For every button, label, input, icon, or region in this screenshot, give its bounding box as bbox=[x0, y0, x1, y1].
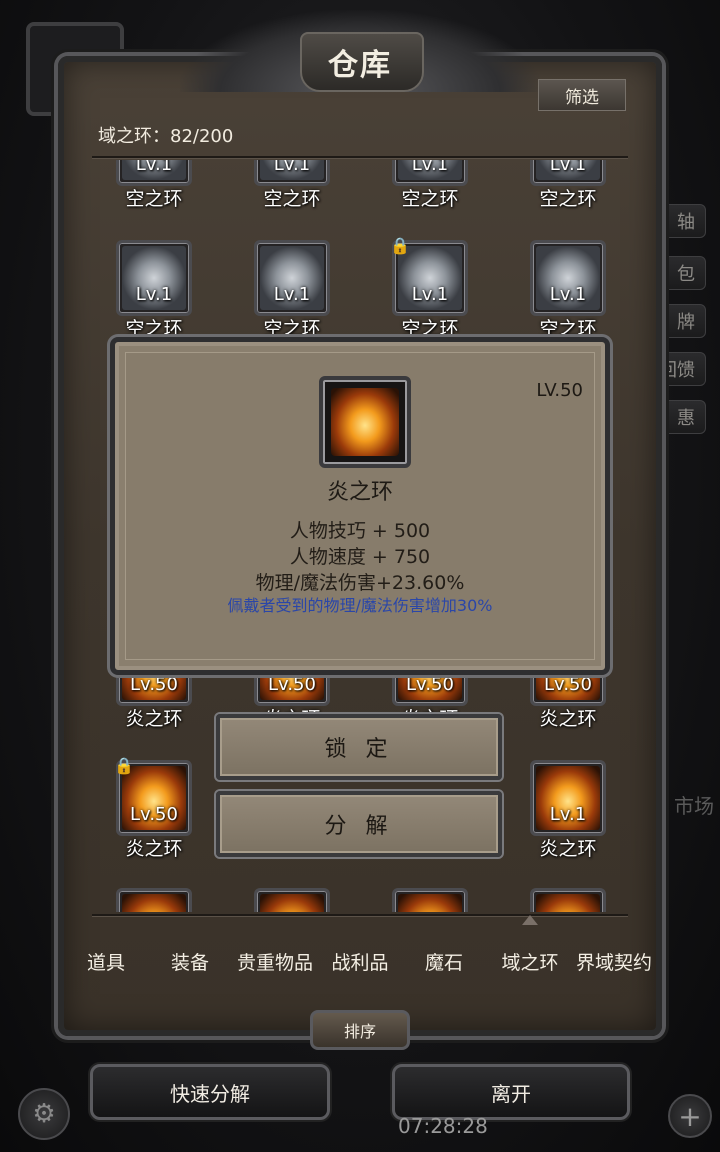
slot-name: 炎之环 bbox=[539, 708, 597, 730]
leave-button[interactable]: 离开 bbox=[392, 1064, 630, 1120]
divider bbox=[92, 156, 628, 159]
slot-level: Lv.1 bbox=[273, 284, 311, 305]
window-title: 仓库 bbox=[328, 48, 392, 83]
lock-icon: 🔒 bbox=[114, 756, 134, 775]
tab-realm-contracts[interactable]: 界域契约 bbox=[576, 948, 652, 975]
item-slot[interactable]: Lv.1 空之环 bbox=[392, 160, 468, 210]
tooltip-stat: 人物速度 + 750 bbox=[289, 546, 431, 568]
item-slot[interactable]: Lv.1 空之环 bbox=[116, 240, 192, 340]
item-slot[interactable]: Lv.1 空之环 bbox=[530, 240, 606, 340]
item-tooltip: LV.50 炎之环 人物技巧 + 500 人物速度 + 750 物理/魔法伤害+… bbox=[110, 337, 610, 675]
slot-level: Lv.50 bbox=[268, 674, 316, 695]
item-slot[interactable]: Lv.1 空之环 bbox=[254, 240, 330, 340]
slot-name: 炎之环 bbox=[125, 708, 183, 730]
tab-equipment[interactable]: 装备 bbox=[171, 948, 209, 975]
slot-level: Lv.50 bbox=[406, 674, 454, 695]
tooltip-stat: 人物技巧 + 500 bbox=[289, 520, 431, 542]
plus-icon[interactable]: + bbox=[668, 1094, 712, 1138]
lock-button[interactable]: 锁 定 bbox=[216, 714, 502, 780]
slot-level: Lv.50 bbox=[130, 804, 178, 825]
tab-domain-rings[interactable]: 域之环 bbox=[501, 948, 558, 975]
slot-level: Lv.1 bbox=[273, 160, 311, 175]
tooltip-item-name: 炎之环 bbox=[326, 480, 393, 505]
item-count: 域之环：82/200 bbox=[98, 126, 234, 147]
item-slot[interactable] bbox=[530, 888, 606, 912]
slot-level: Lv.1 bbox=[135, 284, 173, 305]
item-slot[interactable] bbox=[254, 888, 330, 912]
tooltip-effect: 佩戴者受到的物理/魔法伤害增加30% bbox=[227, 596, 493, 615]
item-slot[interactable]: 🔒 Lv.50 炎之环 bbox=[114, 756, 192, 860]
item-slot[interactable] bbox=[116, 888, 192, 912]
fire-ring-icon bbox=[260, 894, 324, 912]
slot-name: 炎之环 bbox=[539, 838, 597, 860]
slot-level: Lv.50 bbox=[544, 674, 592, 695]
slot-level: Lv.1 bbox=[411, 160, 449, 175]
fire-ring-icon bbox=[331, 388, 399, 456]
tab-loot[interactable]: 战利品 bbox=[331, 948, 388, 975]
divider bbox=[92, 914, 628, 917]
sort-button[interactable]: 排序 bbox=[310, 1010, 410, 1050]
slot-level: Lv.50 bbox=[130, 674, 178, 695]
slot-level: Lv.1 bbox=[549, 284, 587, 305]
tooltip-item-frame bbox=[319, 376, 411, 468]
item-slot[interactable]: Lv.1 空之环 bbox=[530, 160, 606, 210]
fire-ring-icon bbox=[398, 894, 462, 912]
slot-level: Lv.1 bbox=[411, 284, 449, 305]
slot-level: Lv.1 bbox=[135, 160, 173, 175]
gear-icon[interactable]: ⚙ bbox=[18, 1088, 70, 1140]
item-slot[interactable]: 🔒 Lv.1 空之环 bbox=[390, 236, 468, 340]
item-slot[interactable]: Lv.1 空之环 bbox=[116, 160, 192, 210]
clock-label: 07:28:28 bbox=[398, 1114, 488, 1138]
item-slot[interactable] bbox=[392, 888, 468, 912]
slot-level: Lv.1 bbox=[549, 804, 587, 825]
tab-items[interactable]: 道具 bbox=[87, 948, 125, 975]
lock-icon: 🔒 bbox=[390, 236, 410, 255]
slot-name: 空之环 bbox=[401, 188, 459, 210]
item-slot[interactable]: Lv.1 炎之环 bbox=[530, 760, 606, 860]
tab-valuables[interactable]: 贵重物品 bbox=[237, 948, 313, 975]
slot-name: 炎之环 bbox=[125, 838, 183, 860]
slot-level: Lv.1 bbox=[549, 160, 587, 175]
fire-ring-icon bbox=[536, 894, 600, 912]
slot-name: 空之环 bbox=[125, 188, 183, 210]
tab-magic-stones[interactable]: 魔石 bbox=[425, 948, 463, 975]
slot-name: 空之环 bbox=[539, 188, 597, 210]
bg-market-label: 市场 bbox=[674, 794, 714, 818]
category-tabs: 道具 装备 贵重物品 战利品 魔石 域之环 界域契约 bbox=[74, 940, 660, 980]
fire-ring-icon bbox=[122, 894, 186, 912]
item-slot[interactable]: Lv.1 空之环 bbox=[254, 160, 330, 210]
tooltip-level: LV.50 bbox=[536, 380, 583, 401]
filter-button[interactable]: 筛选 bbox=[538, 79, 626, 111]
active-tab-indicator bbox=[522, 915, 538, 925]
slot-name: 空之环 bbox=[263, 188, 321, 210]
quick-disassemble-button[interactable]: 快速分解 bbox=[90, 1064, 330, 1120]
disassemble-button[interactable]: 分 解 bbox=[216, 791, 502, 857]
tooltip-stats: 人物技巧 + 500 人物速度 + 750 物理/魔法伤害+23.60% bbox=[115, 518, 605, 596]
